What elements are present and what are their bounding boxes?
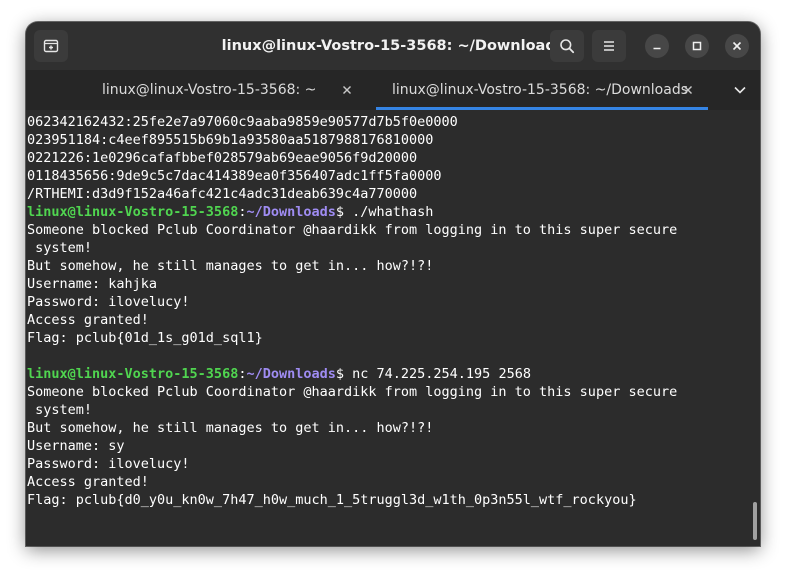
output-line: Password: ilovelucy!: [27, 455, 677, 473]
output-text: Access granted!: [27, 474, 149, 490]
terminal-window: linux@linux-Vostro-15-3568: ~/Downloads: [26, 22, 760, 546]
output-text: Someone blocked Pclub Coordinator @haard…: [27, 384, 678, 400]
output-line: Username: kahjka: [27, 275, 677, 293]
terminal-lines: 062342162432:25fe2e7a97060c9aaba9859e905…: [27, 113, 677, 509]
command-text: nc 74.225.254.195 2568: [352, 366, 531, 382]
prompt-line: linux@linux-Vostro-15-3568:~/Downloads$ …: [27, 365, 677, 383]
output-text: Username: sy: [27, 438, 125, 454]
command-text: ./whathash: [352, 204, 434, 220]
menu-button[interactable]: [592, 30, 626, 62]
output-text: Access granted!: [27, 312, 149, 328]
output-line: 0221226:1e0296cafafbbef028579ab69eae9056…: [27, 149, 677, 167]
close-icon[interactable]: [340, 83, 354, 97]
chevron-down-icon: [734, 86, 746, 94]
output-text: 023951184:c4eef895515b69b1a93580aa518798…: [27, 132, 434, 148]
close-button[interactable]: [725, 34, 749, 58]
output-line: /RTHEMI:d3d9f152a46afc421c4adc31deab639c…: [27, 185, 677, 203]
output-line: 023951184:c4eef895515b69b1a93580aa518798…: [27, 131, 677, 149]
output-text: Flag: pclub{01d_1s_g01d_sql1}: [27, 330, 263, 346]
prompt-line: linux@linux-Vostro-15-3568:~/Downloads$ …: [27, 203, 677, 221]
output-text: Flag: pclub{d0_y0u_kn0w_7h47_h0w_much_1_…: [27, 492, 637, 508]
output-text: Password: ilovelucy!: [27, 294, 190, 310]
tab-label: linux@linux-Vostro-15-3568: ~: [102, 82, 317, 98]
output-line: Someone blocked Pclub Coordinator @haard…: [27, 383, 677, 401]
output-line: 062342162432:25fe2e7a97060c9aaba9859e905…: [27, 113, 677, 131]
new-tab-icon: [43, 39, 59, 53]
output-text: Password: ilovelucy!: [27, 456, 190, 472]
tab-bar: linux@linux-Vostro-15-3568: ~ linux@linu…: [26, 70, 760, 110]
terminal-output[interactable]: 062342162432:25fe2e7a97060c9aaba9859e905…: [26, 110, 760, 546]
scrollbar[interactable]: [753, 502, 757, 540]
tab-downloads[interactable]: linux@linux-Vostro-15-3568: ~/Downloads: [376, 70, 708, 110]
output-line: But somehow, he still manages to get in.…: [27, 419, 677, 437]
prompt-user: linux@linux-Vostro-15-3568: [27, 366, 239, 382]
minimize-icon: [653, 47, 661, 50]
prompt-sign: $: [335, 204, 353, 220]
output-text: But somehow, he still manages to get in.…: [27, 420, 434, 436]
output-text: Someone blocked Pclub Coordinator @haard…: [27, 222, 678, 238]
output-line: But somehow, he still manages to get in.…: [27, 257, 677, 275]
output-line: Access granted!: [27, 311, 677, 329]
search-button[interactable]: [550, 30, 584, 62]
close-icon[interactable]: [681, 83, 695, 97]
new-tab-button[interactable]: [34, 30, 68, 62]
tab-overflow-button[interactable]: [726, 82, 754, 98]
minimize-button[interactable]: [645, 34, 669, 58]
output-line: system!: [27, 239, 677, 257]
output-text: system!: [27, 402, 93, 418]
tab-label: linux@linux-Vostro-15-3568: ~/Downloads: [392, 82, 689, 98]
prompt-path: ~/Downloads: [246, 204, 336, 220]
maximize-button[interactable]: [685, 34, 709, 58]
output-line: Password: ilovelucy!: [27, 293, 677, 311]
header-bar: linux@linux-Vostro-15-3568: ~/Downloads: [26, 22, 760, 70]
output-text: 0221226:1e0296cafafbbef028579ab69eae9056…: [27, 150, 418, 166]
maximize-icon: [692, 41, 702, 51]
output-text: But somehow, he still manages to get in.…: [27, 258, 434, 274]
output-line: system!: [27, 401, 677, 419]
output-text: Username: kahjka: [27, 276, 158, 292]
search-icon: [560, 39, 575, 54]
output-line: 0118435656:9de9c5c7dac414389ea0f356407ad…: [27, 167, 677, 185]
output-text: system!: [27, 240, 93, 256]
output-line: Flag: pclub{d0_y0u_kn0w_7h47_h0w_much_1_…: [27, 491, 677, 509]
output-line: Someone blocked Pclub Coordinator @haard…: [27, 221, 677, 239]
output-text: /RTHEMI:d3d9f152a46afc421c4adc31deab639c…: [27, 186, 418, 202]
prompt-sign: $: [335, 366, 353, 382]
close-icon: [732, 41, 742, 51]
output-line: Access granted!: [27, 473, 677, 491]
output-text: 062342162432:25fe2e7a97060c9aaba9859e905…: [27, 114, 458, 130]
tab-home[interactable]: linux@linux-Vostro-15-3568: ~: [26, 70, 376, 110]
prompt-user: linux@linux-Vostro-15-3568: [27, 204, 239, 220]
hamburger-menu-icon: [604, 41, 614, 51]
output-line: Username: sy: [27, 437, 677, 455]
output-line: Flag: pclub{01d_1s_g01d_sql1}: [27, 329, 677, 347]
output-text: 0118435656:9de9c5c7dac414389ea0f356407ad…: [27, 168, 442, 184]
prompt-path: ~/Downloads: [246, 366, 336, 382]
